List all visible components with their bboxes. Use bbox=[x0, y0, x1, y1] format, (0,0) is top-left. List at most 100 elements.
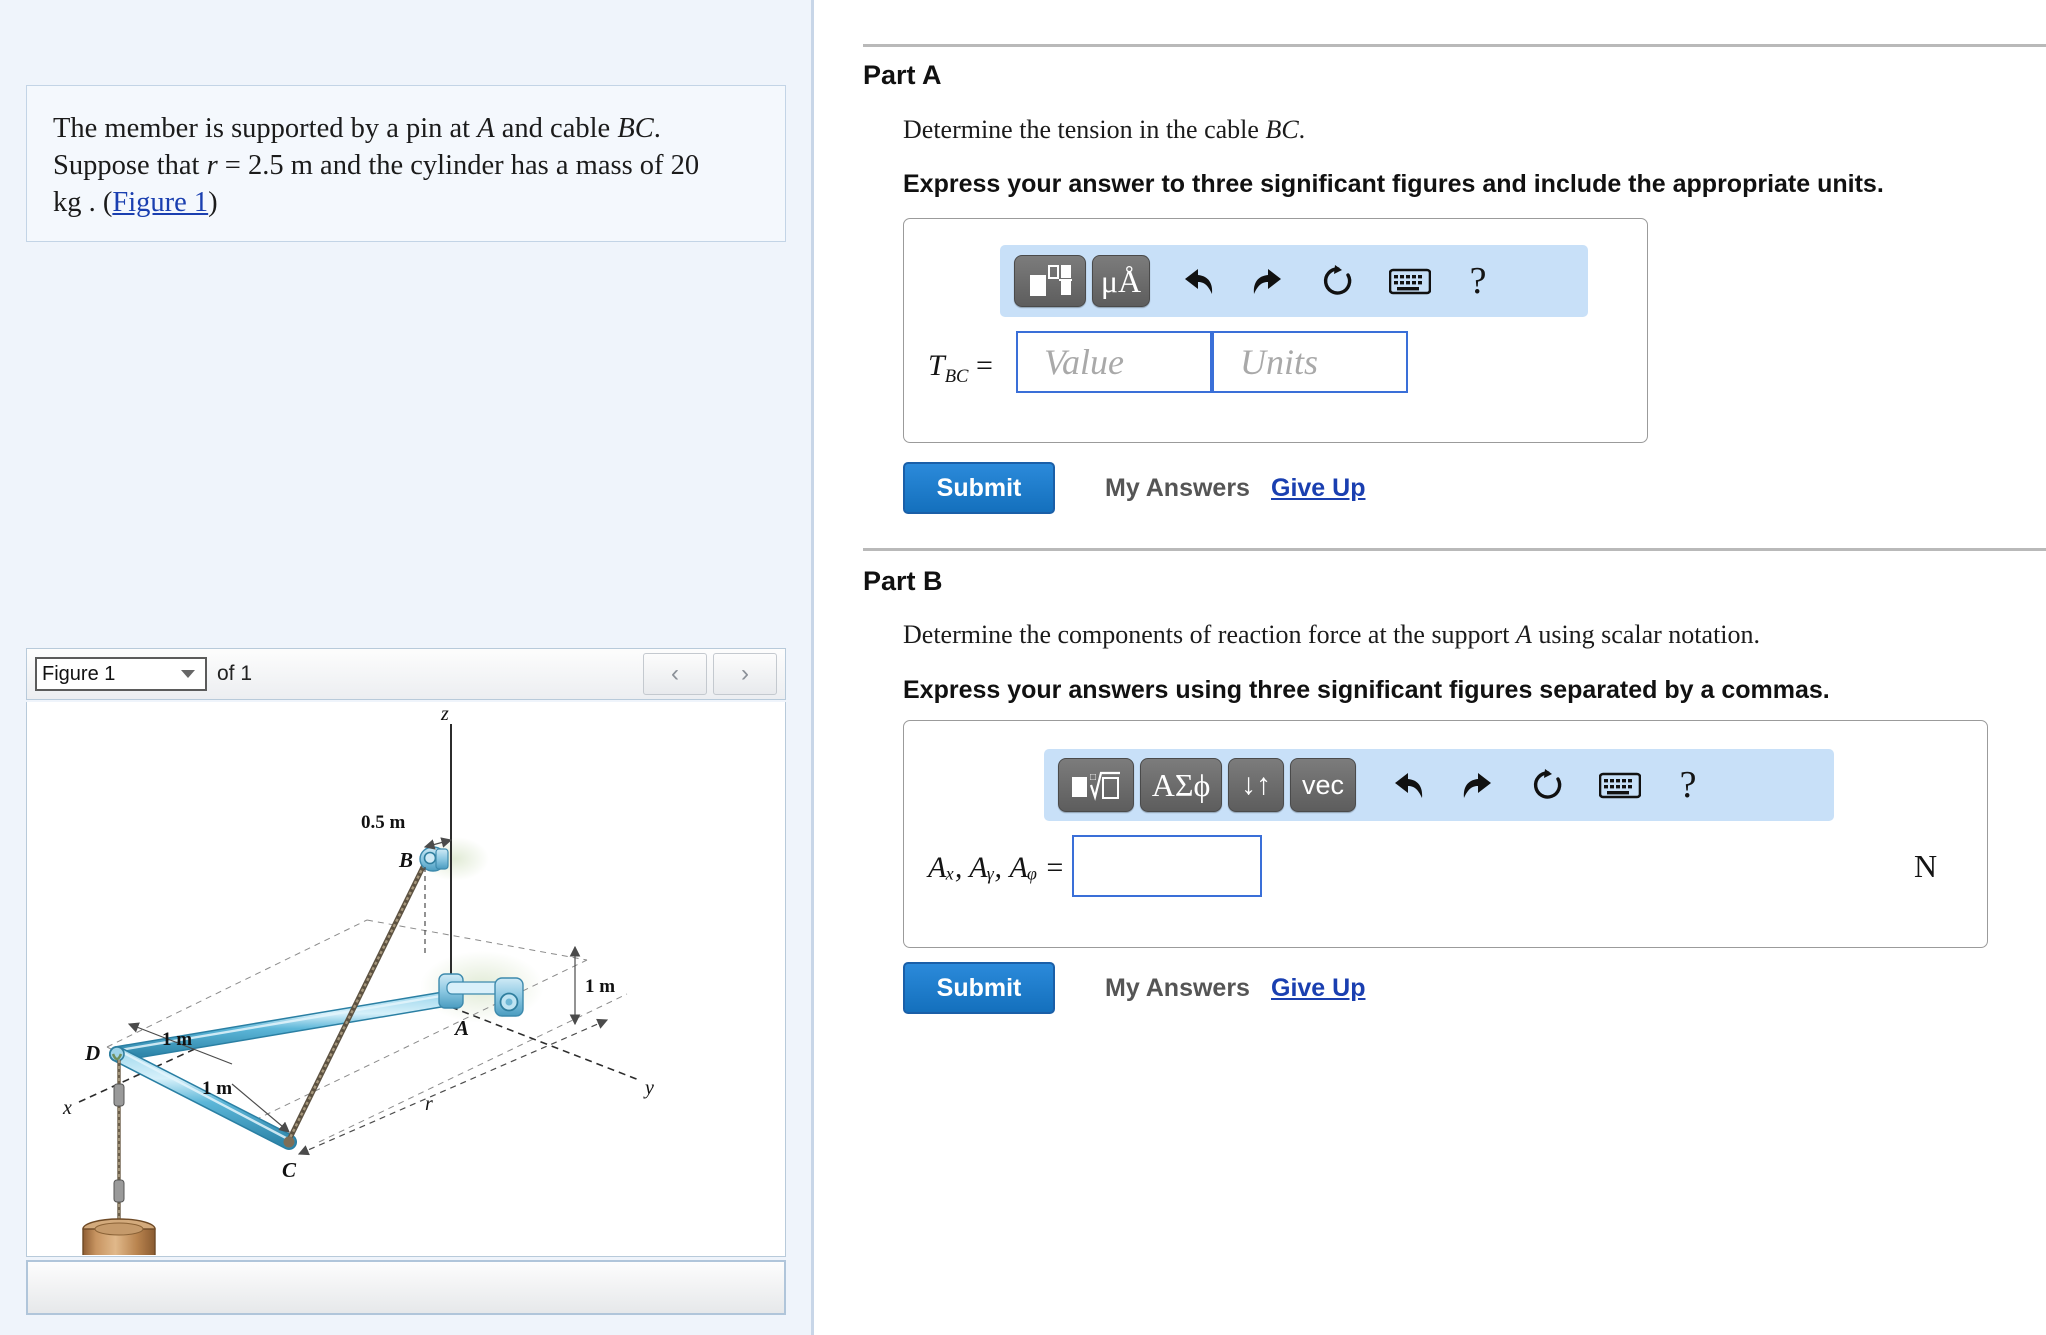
keyboard-icon bbox=[1389, 268, 1431, 294]
part-b-title: Part B bbox=[863, 566, 943, 596]
figure-canvas[interactable]: z y x B A D C 0.5 m 1 m 1 m 1 m r bbox=[26, 702, 786, 1257]
part-b-symbol-A: A bbox=[1515, 620, 1532, 649]
part-b-answer-label: Aₓ, Aᵧ, Aᵩ = bbox=[928, 851, 1065, 884]
point-label-D: D bbox=[84, 1041, 100, 1065]
help-icon-label: ? bbox=[1469, 260, 1487, 302]
left-problem-panel: The member is supported by a pin at A an… bbox=[0, 0, 814, 1335]
figure-count-label: of 1 bbox=[217, 662, 253, 685]
part-b-unit-label: N bbox=[1914, 848, 1938, 884]
divider-part-b bbox=[863, 548, 2046, 551]
part-b-question: Determine the components of reaction for… bbox=[903, 620, 1760, 650]
problem-line2-a: Suppose that bbox=[53, 150, 207, 182]
redo-icon-button[interactable] bbox=[1240, 255, 1296, 307]
part-b-answer-box: □ ΑΣϕ ↓↑ vec ? Aₓ, Aᵧ, Aᵩ = N bbox=[903, 720, 1988, 948]
unit-kilogram: kg bbox=[53, 187, 82, 219]
part-b-redo-icon-button[interactable] bbox=[1450, 758, 1506, 812]
part-b-answer-input[interactable] bbox=[1072, 835, 1262, 897]
part-a-give-up-link[interactable]: Give Up bbox=[1271, 474, 1365, 503]
hanging-cable bbox=[113, 1060, 125, 1222]
part-b-instruction: Express your answers using three signifi… bbox=[903, 676, 1830, 704]
keyboard-icon-button[interactable] bbox=[1380, 255, 1440, 307]
reset-icon-button[interactable] bbox=[1310, 255, 1366, 307]
part-b-help-icon-button[interactable]: ? bbox=[1666, 758, 1710, 812]
part-b-reset-icon-button[interactable] bbox=[1520, 758, 1576, 812]
part-b-toolbar: □ ΑΣϕ ↓↑ vec ? bbox=[1044, 749, 1834, 821]
dimension-label-r: r bbox=[425, 1093, 433, 1115]
dimension-r bbox=[297, 1018, 609, 1156]
axis-label-z: z bbox=[440, 703, 449, 725]
part-a-instruction: Express your answer to three significant… bbox=[903, 170, 1884, 198]
part-b-submit-button[interactable]: Submit bbox=[903, 962, 1055, 1014]
figure-select-value: Figure 1 bbox=[42, 662, 116, 685]
problem-statement-text: The member is supported by a pin at A an… bbox=[53, 110, 759, 221]
sort-arrows-icon-button[interactable]: ↓↑ bbox=[1228, 758, 1284, 812]
problem-line2-c: and the cylinder has a mass of 20 bbox=[312, 150, 700, 182]
template-icon-button[interactable] bbox=[1014, 255, 1086, 307]
problem-line1-c: . bbox=[653, 113, 661, 144]
chevron-right-icon: › bbox=[741, 660, 749, 687]
problem-statement-box: The member is supported by a pin at A an… bbox=[26, 85, 786, 243]
part-a-my-answers-label: My Answers bbox=[1105, 474, 1250, 502]
part-a-value-input[interactable]: Value bbox=[1016, 331, 1212, 393]
figure-select-dropdown[interactable]: Figure 1 bbox=[35, 657, 207, 691]
point-label-A: A bbox=[453, 1016, 469, 1040]
figure-1-link[interactable]: Figure 1 bbox=[112, 187, 208, 218]
radical-icon: □ bbox=[1072, 771, 1120, 801]
chevron-left-icon: ‹ bbox=[671, 660, 679, 687]
figure-prev-button[interactable]: ‹ bbox=[643, 653, 707, 695]
part-a-question-text-b: . bbox=[1298, 115, 1306, 144]
part-a-units-placeholder: Units bbox=[1240, 342, 1319, 382]
problem-line3-b: . ( bbox=[81, 187, 113, 219]
symbol-A: A bbox=[477, 113, 495, 144]
part-b-keyboard-icon-button[interactable] bbox=[1590, 758, 1650, 812]
vector-icon-label: vec bbox=[1301, 769, 1345, 800]
undo-icon-button[interactable] bbox=[1170, 255, 1226, 307]
problem-line1-b: and cable bbox=[494, 113, 618, 144]
part-a-equals: = bbox=[975, 349, 993, 382]
keyboard-icon bbox=[1599, 772, 1641, 798]
part-a-value-placeholder: Value bbox=[1044, 342, 1124, 382]
problem-line1-a: The member is supported by a pin at bbox=[53, 113, 478, 144]
figure-next-button[interactable]: › bbox=[713, 653, 777, 695]
figure-selector-bar: Figure 1 of 1 ‹ › bbox=[26, 648, 786, 700]
figure-footer-bar bbox=[26, 1260, 786, 1315]
greek-icon-button[interactable]: ΑΣϕ bbox=[1140, 758, 1222, 812]
part-b-give-up-link[interactable]: Give Up bbox=[1271, 974, 1365, 1003]
part-b-submit-label: Submit bbox=[936, 973, 1022, 1002]
part-a-title: Part A bbox=[863, 60, 942, 90]
figure-diagram-svg: z y x B A D C 0.5 m 1 m 1 m 1 m r bbox=[62, 703, 654, 1256]
template-icon bbox=[1030, 265, 1072, 296]
joint-C bbox=[283, 1136, 295, 1148]
page-root: The member is supported by a pin at A an… bbox=[0, 0, 2046, 1335]
svg-text:□: □ bbox=[1090, 772, 1096, 783]
dimension-label-1m-upper: 1 m bbox=[162, 1029, 192, 1050]
redo-icon bbox=[1253, 269, 1281, 294]
undo-icon bbox=[1185, 269, 1213, 294]
part-b-undo-icon-button[interactable] bbox=[1380, 758, 1436, 812]
problem-line2-b: = 2.5 bbox=[217, 150, 291, 182]
part-a-question-text-a: Determine the tension in the cable bbox=[903, 115, 1266, 144]
greek-icon-label: ΑΣϕ bbox=[1151, 767, 1211, 803]
axis-label-x: x bbox=[62, 1097, 72, 1119]
part-a-submit-label: Submit bbox=[936, 473, 1022, 502]
part-a-question: Determine the tension in the cable BC. bbox=[903, 115, 1305, 145]
symbol-r: r bbox=[206, 150, 218, 182]
units-icon-button[interactable]: μÅ bbox=[1092, 255, 1150, 307]
part-a-submit-button[interactable]: Submit bbox=[903, 462, 1055, 514]
reset-icon bbox=[1533, 769, 1562, 799]
dimension-label-1m-right: 1 m bbox=[585, 976, 615, 997]
chevron-down-icon bbox=[181, 670, 195, 678]
help-icon-button[interactable]: ? bbox=[1456, 255, 1500, 307]
vector-icon-button[interactable]: vec bbox=[1290, 758, 1356, 812]
undo-icon bbox=[1395, 773, 1423, 798]
symbol-BC: BC bbox=[617, 113, 654, 144]
support-B bbox=[419, 846, 449, 872]
part-a-symbol-BC: BC bbox=[1265, 115, 1299, 144]
part-a-units-input[interactable]: Units bbox=[1212, 331, 1408, 393]
units-icon-label: μÅ bbox=[1100, 263, 1142, 299]
redo-icon bbox=[1463, 773, 1491, 798]
radical-icon-button[interactable]: □ bbox=[1058, 758, 1134, 812]
dimension-label-0.5m: 0.5 m bbox=[361, 812, 406, 833]
reset-icon bbox=[1323, 265, 1352, 295]
dimension-label-1m-lower: 1 m bbox=[202, 1078, 232, 1099]
